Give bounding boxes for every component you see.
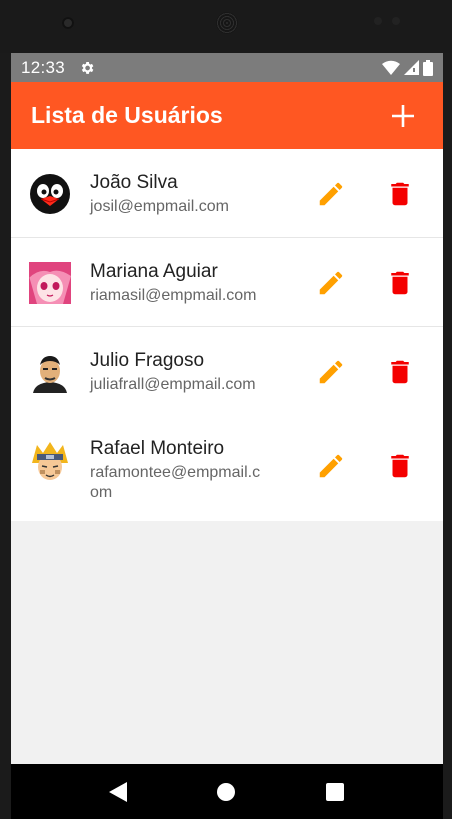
recent-apps-icon[interactable] xyxy=(326,783,344,801)
cell-signal-icon xyxy=(404,60,419,75)
light-sensor xyxy=(392,17,400,25)
anime-girl-avatar xyxy=(29,262,71,304)
user-email: josil@empmail.com xyxy=(90,198,229,215)
settings-gear-icon xyxy=(81,61,94,74)
delete-button[interactable] xyxy=(385,451,415,481)
system-nav-bar xyxy=(11,764,443,819)
trash-icon xyxy=(391,454,409,478)
phone-bezel xyxy=(0,0,452,53)
home-icon[interactable] xyxy=(217,783,235,801)
user-info: Mariana Aguiar riamasil@empmail.com xyxy=(90,260,290,306)
edit-button[interactable] xyxy=(316,451,346,481)
user-row[interactable]: João Silva josil@empmail.com xyxy=(11,149,443,238)
pencil-icon xyxy=(319,271,343,295)
user-list: João Silva josil@empmail.com Mariana Agu… xyxy=(11,149,443,521)
user-email: rafamontee@empmail.com xyxy=(90,464,261,501)
status-bar: 12:33 xyxy=(11,53,443,82)
proximity-sensor xyxy=(374,17,382,25)
add-user-button[interactable] xyxy=(383,96,423,136)
user-email: riamasil@empmail.com xyxy=(90,287,257,304)
user-row[interactable]: Rafael Monteiro rafamontee@empmail.com xyxy=(11,415,443,521)
edit-button[interactable] xyxy=(316,268,346,298)
plus-icon xyxy=(392,104,414,127)
user-info: João Silva josil@empmail.com xyxy=(90,171,290,217)
status-time: 12:33 xyxy=(21,57,66,77)
battery-icon xyxy=(423,59,433,76)
user-row[interactable]: Julio Fragoso juliafrall@empmail.com xyxy=(11,327,443,415)
status-icons xyxy=(382,59,433,76)
trash-icon xyxy=(391,182,409,206)
trash-icon xyxy=(391,360,409,384)
penguin-avatar xyxy=(30,174,70,214)
user-info: Rafael Monteiro rafamontee@empmail.com xyxy=(90,437,290,503)
delete-button[interactable] xyxy=(385,179,415,209)
user-name: João Silva xyxy=(90,172,178,193)
user-name: Mariana Aguiar xyxy=(90,261,218,282)
earpiece-speaker xyxy=(216,12,238,34)
naruto-avatar xyxy=(29,441,71,483)
pencil-icon xyxy=(319,182,343,206)
trash-icon xyxy=(391,271,409,295)
app-bar: Lista de Usuários xyxy=(11,82,443,149)
user-name: Rafael Monteiro xyxy=(90,438,225,459)
edit-button[interactable] xyxy=(316,179,346,209)
front-camera xyxy=(62,17,74,29)
man-avatar xyxy=(29,351,71,393)
user-name: Julio Fragoso xyxy=(90,350,205,371)
user-row[interactable]: Mariana Aguiar riamasil@empmail.com xyxy=(11,238,443,327)
back-icon[interactable] xyxy=(109,782,127,802)
delete-button[interactable] xyxy=(385,268,415,298)
edit-button[interactable] xyxy=(316,357,346,387)
app-title: Lista de Usuários xyxy=(31,102,223,128)
user-info: Julio Fragoso juliafrall@empmail.com xyxy=(90,349,290,395)
delete-button[interactable] xyxy=(385,357,415,387)
pencil-icon xyxy=(319,454,343,478)
user-email: juliafrall@empmail.com xyxy=(90,376,256,393)
wifi-icon xyxy=(382,60,400,75)
pencil-icon xyxy=(319,360,343,384)
phone-screen: 12:33 Lista de Usuários João Silva josil… xyxy=(11,53,443,764)
